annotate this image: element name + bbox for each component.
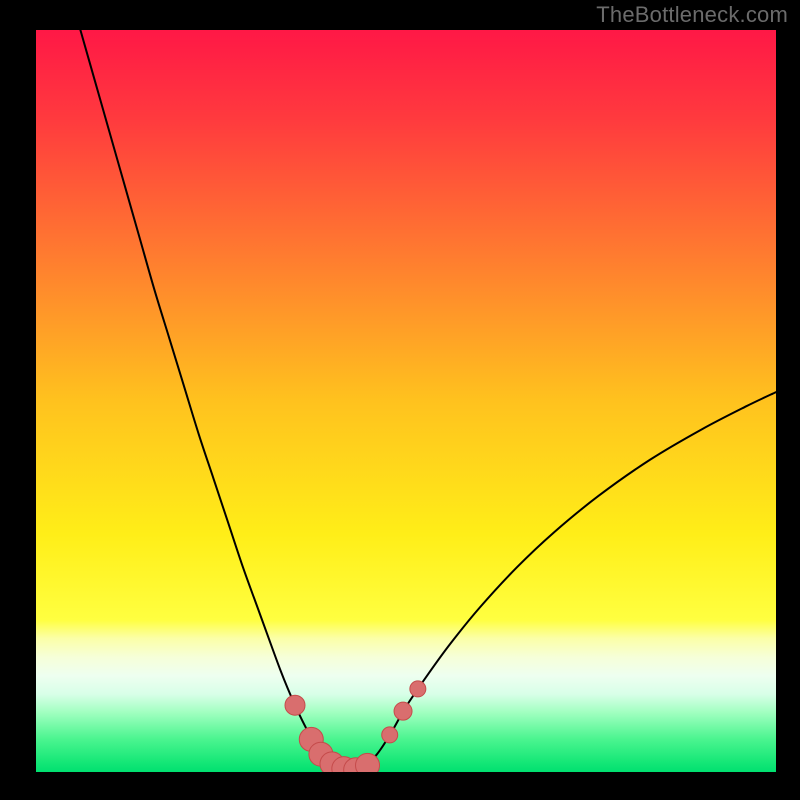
watermark-text: TheBottleneck.com bbox=[596, 2, 788, 28]
chart-frame: TheBottleneck.com bbox=[0, 0, 800, 800]
data-marker bbox=[356, 753, 380, 772]
data-marker bbox=[394, 702, 412, 720]
data-marker bbox=[410, 681, 426, 697]
data-marker bbox=[382, 727, 398, 743]
data-marker bbox=[285, 695, 305, 715]
bottleneck-curve bbox=[36, 30, 776, 772]
plot-area bbox=[36, 30, 776, 772]
